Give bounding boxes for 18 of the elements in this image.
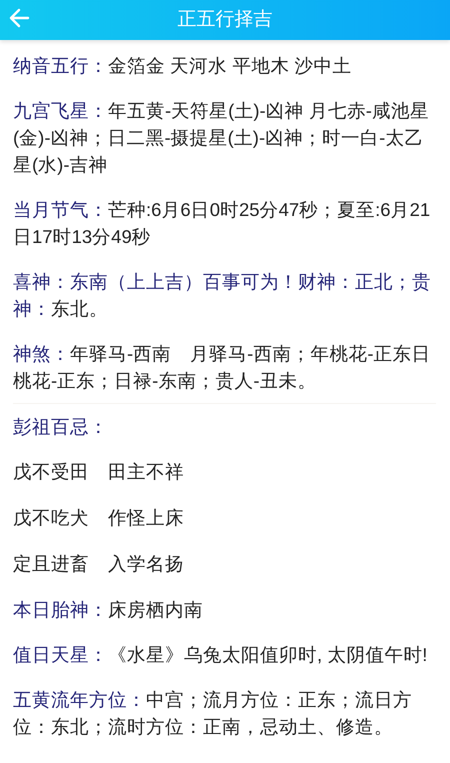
section-heading: 彭祖百忌：	[13, 416, 108, 437]
taboo-text: 田主不祥	[108, 461, 184, 482]
info-line: 当月节气：芒种:6月6日0时25分47秒；夏至:6月21日17时13分49秒	[13, 198, 432, 249]
back-button[interactable]	[8, 7, 30, 29]
info-line: 本日胎神：床房栖内南	[13, 598, 204, 622]
info-line: 五黄流年方位：中宫；流月方位：正东；流日方位：东北；流时方位：正南，忌动土、修造。	[13, 688, 413, 739]
info-line: 九宫飞星：年五黄-天符星(土)-凶神 月七赤-咸池星(金)-凶神；日二黑-摄提星(土)-凶神；时一白-太乙星(水)-吉神	[13, 99, 430, 177]
taboo-text: 定且进畜	[13, 553, 89, 574]
info-line: 喜神：东南（上上吉）百事可为！财神：正北；贵神：东北。	[13, 270, 432, 321]
info-line: 纳音五行：金箔金 天河水 平地木 沙中土	[13, 54, 352, 78]
info-line: 值日天星：《水星》乌兔太阳值卯时, 太阴值午时!	[13, 643, 428, 667]
info-line: 神煞：年驿马-西南 月驿马-西南；年桃花-正东日桃花-正东；日禄-东南；贵人-丑未。	[13, 340, 436, 404]
taboo-text: 入学名扬	[108, 553, 184, 574]
back-arrow-icon	[8, 7, 30, 29]
screen-title: 正五行择吉	[178, 8, 272, 32]
taboo-text: 戊不受田	[13, 461, 89, 482]
taboo-text: 作怪上床	[108, 507, 184, 528]
taboo-text: 戊不吃犬	[13, 507, 89, 528]
